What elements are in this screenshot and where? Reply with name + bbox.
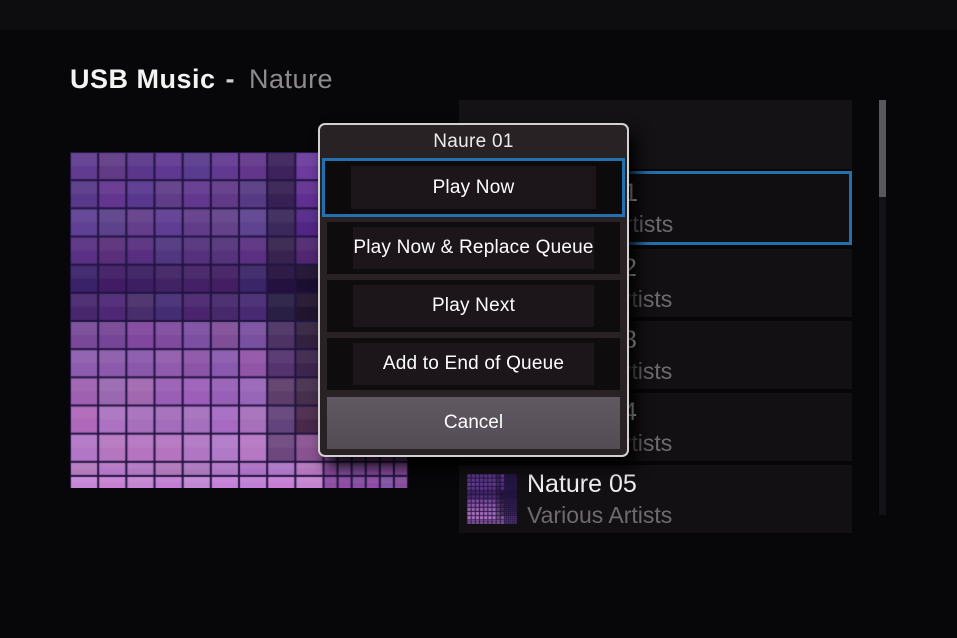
- page-title-separator: -: [226, 64, 236, 94]
- action-button-label: Add to End of Queue: [327, 338, 620, 390]
- page-title-source: USB Music: [70, 64, 216, 94]
- track-title: Nature 05: [527, 469, 672, 500]
- play-next-button[interactable]: Play Next: [327, 280, 620, 332]
- action-button-label: Play Now: [325, 161, 622, 214]
- usb-music-screen: USB Music-Nature Nature 01Various Artist…: [0, 0, 957, 638]
- add-to-end-of-queue-button[interactable]: Add to End of Queue: [327, 338, 620, 390]
- top-strip: [0, 0, 957, 30]
- context-menu-actions: Play Now Play Now & Replace Queue Play Nex…: [320, 158, 627, 390]
- context-menu: Naure 01 Play Now Play Now & Replace Queu…: [318, 123, 629, 457]
- scrollbar-track[interactable]: [879, 100, 886, 515]
- page-title-folder: Nature: [249, 64, 333, 94]
- action-button-label: Play Now & Replace Queue: [327, 222, 620, 274]
- context-menu-title: Naure 01: [320, 125, 627, 158]
- track-row[interactable]: Nature 05Various Artists: [459, 465, 852, 533]
- cancel-button[interactable]: Cancel: [327, 397, 620, 449]
- track-thumbnail: [467, 474, 517, 524]
- play-now-button[interactable]: Play Now: [322, 158, 625, 217]
- scrollbar-thumb[interactable]: [879, 100, 886, 197]
- track-artist: Various Artists: [527, 500, 672, 530]
- play-now-replace-queue-button[interactable]: Play Now & Replace Queue: [327, 222, 620, 274]
- action-button-label: Play Next: [327, 280, 620, 332]
- page-title: USB Music-Nature: [70, 64, 333, 95]
